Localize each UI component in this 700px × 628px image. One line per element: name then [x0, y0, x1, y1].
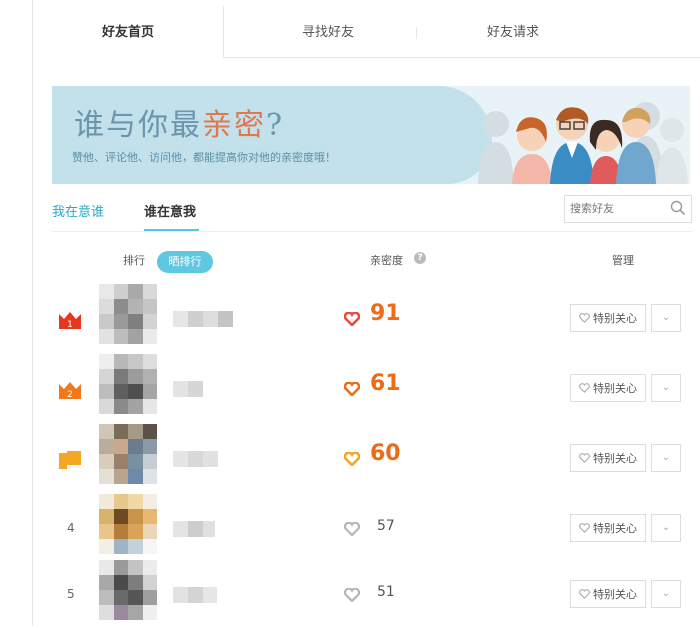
list-item: 2 61 特别关心 ⌄ [33, 354, 693, 422]
banner-subtitle: 赞他、评论他、访问他，都能提高你对他的亲密度哦！ [72, 151, 336, 164]
chevron-down-icon[interactable]: ⌄ [651, 374, 681, 402]
tab-separator [223, 6, 224, 58]
header-rank: 排行 [123, 254, 145, 267]
list-item: 60 特别关心 ⌄ [33, 424, 693, 492]
header-intimacy: 亲密度 [370, 254, 403, 267]
intimacy-banner: 谁与你最亲密? 赞他、评论他、访问他，都能提高你对他的亲密度哦！ [52, 86, 690, 184]
chevron-down-icon[interactable]: ⌄ [651, 444, 681, 472]
special-care-button[interactable]: 特别关心 [570, 374, 646, 402]
blurred-username [173, 521, 215, 537]
rank-flag-icon [59, 451, 81, 469]
rank-number: 4 [67, 521, 75, 535]
search-icon[interactable] [670, 200, 686, 216]
tab-divider [416, 27, 417, 39]
header-manage: 管理 [612, 254, 634, 267]
search-box [564, 195, 692, 223]
help-icon[interactable]: ? [414, 252, 426, 264]
list-item: 5 51 特别关心 ⌄ [33, 560, 693, 628]
special-care-button[interactable]: 特别关心 [570, 304, 646, 332]
banner-title: 谁与你最亲密? [74, 108, 285, 143]
list-item: 1 91 特别关心 ⌄ [33, 284, 693, 352]
heart-outline-icon [579, 523, 590, 533]
heart-outline-icon [579, 453, 590, 463]
blurred-username [173, 451, 218, 467]
subtab-who-i-care[interactable]: 我在意谁 [52, 201, 104, 220]
avatar[interactable] [99, 284, 157, 344]
chevron-down-icon[interactable]: ⌄ [651, 514, 681, 542]
sub-tabs: 我在意谁 谁在意我 [52, 195, 692, 235]
blurred-username [173, 311, 233, 327]
chevron-down-icon[interactable]: ⌄ [651, 580, 681, 608]
banner-people-illustration [478, 102, 688, 184]
special-care-button[interactable]: 特别关心 [570, 580, 646, 608]
heart-icon [344, 522, 360, 536]
rank-number: 2 [67, 390, 73, 400]
intimacy-score: 61 [370, 371, 401, 396]
tab-find-friends[interactable]: 寻找好友 [248, 0, 408, 58]
special-care-button[interactable]: 特别关心 [570, 514, 646, 542]
intimacy-score: 51 [377, 584, 395, 600]
special-care-button[interactable]: 特别关心 [570, 444, 646, 472]
list-item: 4 57 特别关心 ⌄ [33, 494, 693, 562]
crown-rank-icon: 1 [59, 312, 81, 330]
search-input[interactable] [565, 196, 666, 220]
heart-icon [344, 312, 360, 326]
rank-number: 5 [67, 587, 75, 601]
intimacy-score: 91 [370, 301, 401, 326]
blurred-username [173, 381, 203, 397]
top-tabs: 好友首页 寻找好友 好友请求 [33, 0, 700, 58]
crown-rank-icon: 2 [59, 382, 81, 400]
heart-outline-icon [579, 383, 590, 393]
tab-friend-requests[interactable]: 好友请求 [433, 0, 593, 58]
heart-outline-icon [579, 313, 590, 323]
heart-icon [344, 382, 360, 396]
avatar[interactable] [99, 560, 157, 620]
tab-friends-home[interactable]: 好友首页 [33, 0, 223, 58]
rank-number: 1 [67, 320, 73, 330]
intimacy-score: 57 [377, 518, 395, 534]
subtab-baseline [52, 231, 692, 232]
chevron-down-icon[interactable]: ⌄ [651, 304, 681, 332]
blurred-username [173, 587, 217, 603]
avatar[interactable] [99, 424, 157, 484]
heart-icon [344, 452, 360, 466]
avatar[interactable] [99, 354, 157, 414]
subtab-who-cares-me[interactable]: 谁在意我 [144, 201, 196, 220]
share-rank-button[interactable]: 晒排行 [157, 251, 213, 273]
heart-icon [344, 588, 360, 602]
intimacy-score: 60 [370, 441, 401, 466]
heart-outline-icon [579, 589, 590, 599]
avatar[interactable] [99, 494, 157, 554]
